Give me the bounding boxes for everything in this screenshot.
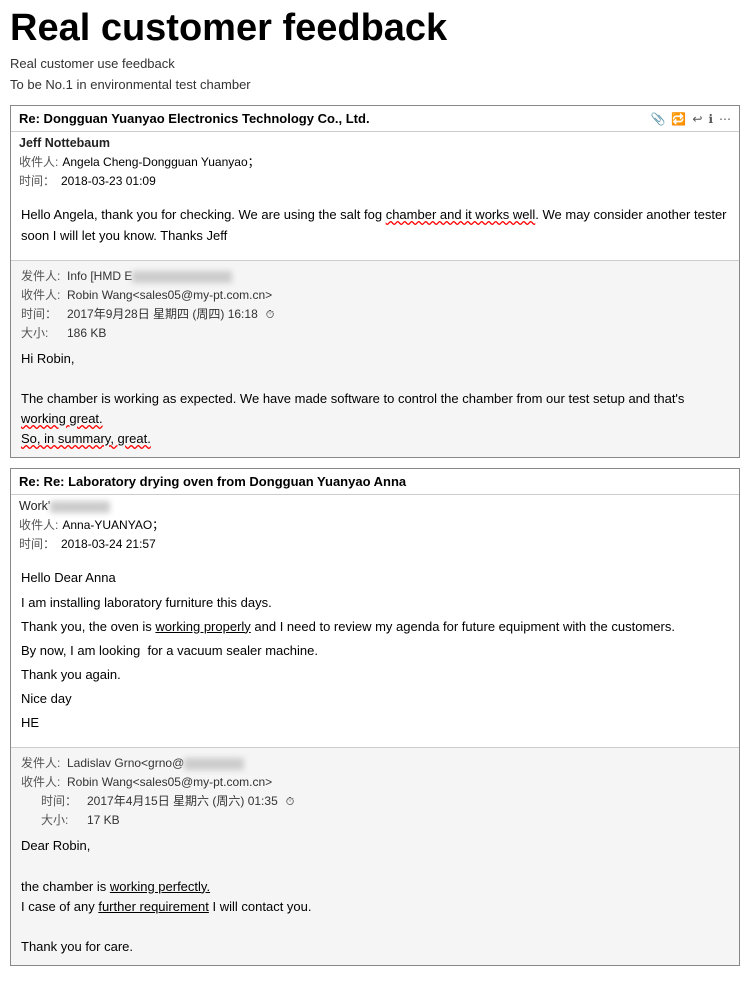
to-value-2: Anna-YUANYAO； — [62, 516, 164, 533]
blurred-email-2 — [184, 758, 244, 770]
email-action-icons-1: 📎 🔁 ↩ ℹ ⋯ — [650, 112, 731, 126]
email-card-2: Re: Re: Laboratory drying oven from Dong… — [10, 468, 740, 966]
email-reply-1: 发件人: Info [HMD E 收件人: Robin Wang<sales05… — [11, 260, 739, 458]
reply-icon[interactable]: ↩ — [692, 112, 702, 126]
attachment-icon[interactable]: 📎 — [650, 112, 665, 126]
highlight-further-requirement: further requirement — [98, 899, 209, 914]
clock-icon-2: ⏱ — [286, 796, 295, 809]
email-body-2: Hello Dear Anna I am installing laborato… — [11, 560, 739, 747]
email-subject-2: Re: Re: Laboratory drying oven from Dong… — [19, 474, 406, 489]
page-title: Real customer feedback — [10, 8, 740, 50]
reply-time-label-2: 时间： — [41, 792, 83, 809]
reply-size-label-2: 大小: — [41, 811, 83, 828]
email-card-1: Re: Dongguan Yuanyao Electronics Technol… — [10, 105, 740, 458]
highlight-chamber: chamber and it works well — [386, 207, 536, 222]
to-value-1: Angela Cheng-Dongguan Yuanyao； — [62, 153, 259, 170]
reply-size-value-1: 186 KB — [67, 326, 106, 340]
reply-time-value-2: 2017年4月15日 星期六 (周六) 01:35 — [87, 792, 278, 809]
reply-body-1: Hi Robin, The chamber is working as expe… — [21, 343, 729, 450]
time-label-2: 时间： — [19, 535, 57, 552]
info-icon[interactable]: ℹ — [708, 112, 713, 126]
email-meta-1: Jeff Nottebaum 收件人: Angela Cheng-Donggua… — [11, 132, 739, 197]
to-label-1: 收件人: — [19, 153, 58, 170]
reply-size-value-2: 17 KB — [87, 813, 120, 827]
highlight-summary: So, in summary, great. — [21, 431, 151, 446]
reply-from-value-1: Info [HMD E — [67, 269, 232, 283]
forward-icon[interactable]: 🔁 — [671, 112, 686, 126]
email-reply-2: 发件人: Ladislav Grno<grno@ 收件人: Robin Wang… — [11, 747, 739, 965]
page-subtitle: Real customer use feedback To be No.1 in… — [10, 54, 740, 96]
blurred-sender-2 — [50, 501, 110, 513]
reply-to-value-2: Robin Wang<sales05@my-pt.com.cn> — [67, 775, 272, 789]
highlight-working-great: working great. — [21, 411, 103, 426]
time-value-2: 2018-03-24 21:57 — [61, 537, 156, 551]
clock-icon-1: ⏱ — [266, 309, 275, 322]
time-label-1: 时间： — [19, 172, 57, 189]
highlight-working-perfectly: working perfectly. — [110, 879, 210, 894]
blurred-email-1 — [132, 271, 232, 283]
email-body-1: Hello Angela, thank you for checking. We… — [11, 197, 739, 259]
reply-to-label-1: 收件人: — [21, 286, 63, 303]
reply-from-label-1: 发件人: — [21, 267, 63, 284]
reply-to-value-1: Robin Wang<sales05@my-pt.com.cn> — [67, 288, 272, 302]
reply-time-label-1: 时间： — [21, 305, 63, 322]
highlight-working-properly: working properly — [155, 619, 250, 634]
reply-size-label-1: 大小: — [21, 324, 63, 341]
reply-time-value-1: 2017年9月28日 星期四 (周四) 16:18 — [67, 305, 258, 322]
reply-body-2: Dear Robin, the chamber is working perfe… — [21, 830, 729, 957]
email-header-1: Re: Dongguan Yuanyao Electronics Technol… — [11, 106, 739, 132]
email-sender-2: Work' — [19, 499, 731, 513]
reply-from-label-2: 发件人: — [21, 754, 63, 771]
email-header-2: Re: Re: Laboratory drying oven from Dong… — [11, 469, 739, 495]
to-label-2: 收件人: — [19, 516, 58, 533]
time-value-1: 2018-03-23 01:09 — [61, 174, 156, 188]
email-subject-1: Re: Dongguan Yuanyao Electronics Technol… — [19, 111, 370, 126]
reply-to-label-2: 收件人: — [21, 773, 63, 790]
more-icon[interactable]: ⋯ — [719, 112, 731, 126]
email-sender-1: Jeff Nottebaum — [19, 136, 731, 150]
reply-from-value-2: Ladislav Grno<grno@ — [67, 756, 244, 770]
email-meta-2: Work' 收件人: Anna-YUANYAO； 时间： 2018-03-24 … — [11, 495, 739, 560]
